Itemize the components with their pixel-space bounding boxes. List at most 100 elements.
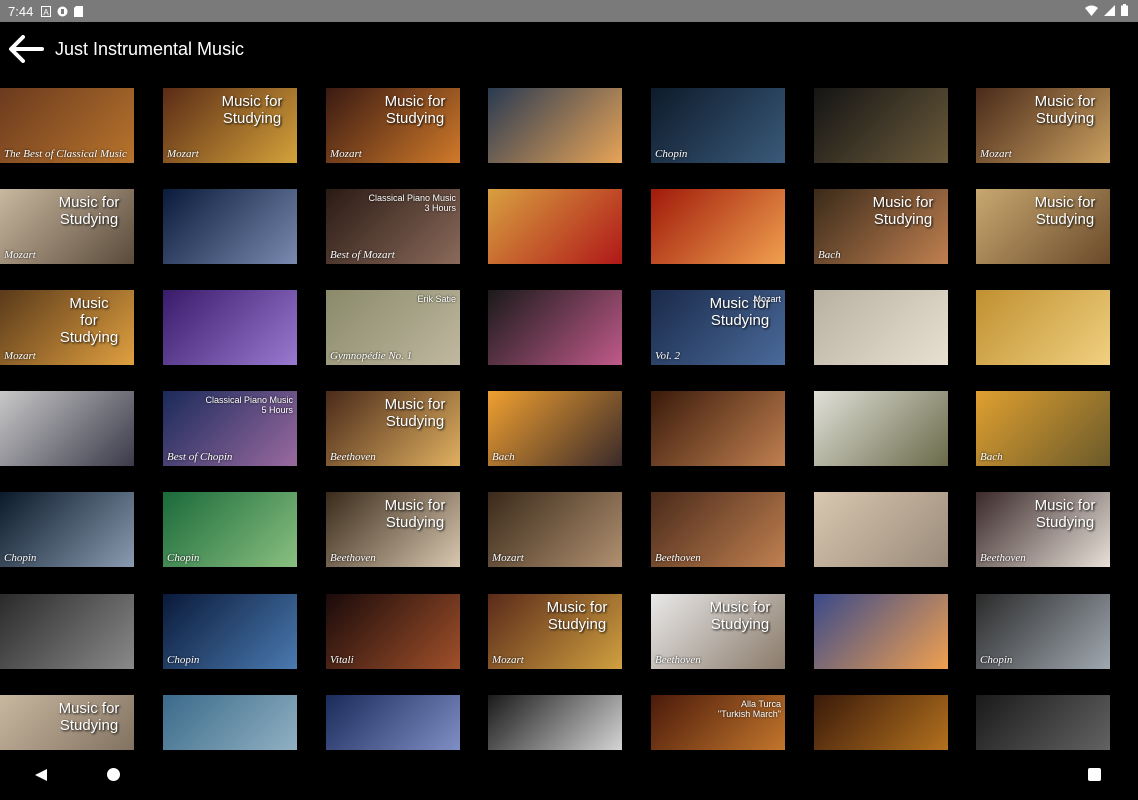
album-tile[interactable]: Music for Studying Bach (814, 189, 948, 264)
album-tile[interactable] (326, 695, 460, 750)
tile-caption: Chopin (655, 148, 688, 160)
tile-heading: Music for Studying (384, 497, 446, 531)
album-tile[interactable]: Vitali (326, 594, 460, 669)
tile-subtitle: Alla Turca "Turkish March" (717, 699, 781, 719)
album-tile[interactable]: Erik Satie Gymnopédie No. 1 (326, 290, 460, 365)
album-tile[interactable]: Alla Turca "Turkish March" (651, 695, 785, 750)
square-recents-icon[interactable] (1088, 768, 1101, 781)
tile-heading: Music for Studying (58, 700, 120, 734)
album-tile[interactable] (163, 290, 297, 365)
album-tile[interactable]: Music for Studying (976, 189, 1110, 264)
tile-heading: Music for Studying (1034, 194, 1096, 228)
album-tile[interactable]: Classical Piano Music 5 Hours Best of Cho… (163, 391, 297, 466)
album-tile[interactable]: Music for Studying Beethoven (326, 391, 460, 466)
album-tile[interactable]: The Best of Classical Music (0, 88, 134, 163)
navigation-bar (0, 750, 1138, 800)
tile-heading: Music for Studying (58, 194, 120, 228)
album-tile[interactable]: Chopin (163, 492, 297, 567)
tile-caption: Gymnopédie No. 1 (330, 350, 413, 362)
arrow-left-icon (9, 35, 44, 63)
tile-caption: Mozart (167, 148, 199, 160)
album-tile[interactable] (488, 88, 622, 163)
tile-heading: Music for Studying (59, 295, 119, 346)
album-tile[interactable]: Chopin (163, 594, 297, 669)
tile-heading: Music for Studying (546, 599, 608, 633)
album-tile[interactable] (488, 189, 622, 264)
tile-heading: Music for Studying (1034, 93, 1096, 127)
tile-heading: Music for Studying (709, 599, 771, 633)
tile-heading: Music for Studying (384, 93, 446, 127)
album-tile[interactable]: Music for Studying Mozart (0, 290, 134, 365)
tile-caption: Mozart (492, 552, 524, 564)
album-tile[interactable] (488, 290, 622, 365)
album-tile[interactable] (814, 695, 948, 750)
tile-caption: Chopin (167, 654, 200, 666)
tile-caption: Mozart (4, 249, 36, 261)
tile-caption: Mozart (4, 350, 36, 362)
album-tile[interactable] (0, 594, 134, 669)
album-tile[interactable]: Music for Studying Beethoven (976, 492, 1110, 567)
album-tile[interactable]: Music for Studying Mozart (488, 594, 622, 669)
tile-caption: The Best of Classical Music (4, 148, 127, 160)
page-title: Just Instrumental Music (55, 38, 245, 59)
album-tile[interactable] (976, 290, 1110, 365)
album-tile[interactable]: Music for Studying (0, 695, 134, 750)
a-icon: A (41, 5, 52, 17)
album-tile[interactable] (814, 290, 948, 365)
status-left-icons: A (41, 5, 84, 17)
album-tile[interactable]: Chopin (0, 492, 134, 567)
album-tile[interactable]: Music for Studying Mozart (976, 88, 1110, 163)
svg-text:A: A (44, 8, 50, 17)
tile-heading: Music for Studying (872, 194, 934, 228)
album-tile[interactable] (814, 594, 948, 669)
album-tile[interactable]: Bach (976, 391, 1110, 466)
sd-card-icon (74, 5, 84, 17)
tile-caption: Chopin (4, 552, 37, 564)
tile-caption: Best of Mozart (330, 249, 395, 261)
tile-caption: Beethoven (655, 654, 701, 666)
album-tile[interactable]: Chopin (976, 594, 1110, 669)
album-tile[interactable]: Beethoven (488, 695, 622, 750)
album-tile[interactable] (651, 189, 785, 264)
tile-subtitle: Erik Satie (417, 294, 456, 304)
tile-caption: Beethoven (330, 552, 376, 564)
tile-caption: Bach (818, 249, 841, 261)
tile-subtitle: Classical Piano Music 5 Hours (205, 395, 293, 415)
app-bar: Just Instrumental Music (0, 22, 1138, 76)
album-tile[interactable] (0, 391, 134, 466)
album-tile[interactable] (163, 189, 297, 264)
album-tile[interactable] (814, 88, 948, 163)
circle-home-icon[interactable] (107, 768, 120, 781)
album-tile[interactable] (814, 492, 948, 567)
album-tile[interactable] (163, 695, 297, 750)
tile-caption: Bach (492, 451, 515, 463)
album-tile[interactable]: Music for Studying Mozart Vol. 2 (651, 290, 785, 365)
album-tile[interactable]: Music for Studying Mozart (0, 189, 134, 264)
album-tile[interactable]: Beethoven (651, 492, 785, 567)
album-tile[interactable]: Classical Piano Music 3 Hours Best of Moz… (326, 189, 460, 264)
album-tile[interactable] (976, 695, 1110, 750)
status-right-icons (1085, 4, 1128, 16)
album-tile[interactable]: Chopin (651, 88, 785, 163)
tile-subtitle: Classical Piano Music 3 Hours (368, 193, 456, 213)
tile-caption: Bach (980, 451, 1003, 463)
album-tile[interactable]: Music for Studying Mozart (163, 88, 297, 163)
tile-caption: Chopin (980, 654, 1013, 666)
signal-icon (1104, 4, 1115, 16)
album-tile[interactable]: Music for Studying Beethoven (326, 492, 460, 567)
tile-subtitle: Mozart (753, 294, 781, 304)
tile-caption: Beethoven (330, 451, 376, 463)
triangle-back-icon[interactable] (34, 768, 48, 782)
wifi-icon (1085, 5, 1098, 16)
tile-caption: Mozart (330, 148, 362, 160)
album-tile[interactable]: Bach (488, 391, 622, 466)
album-tile[interactable] (651, 391, 785, 466)
back-button[interactable] (6, 29, 46, 69)
album-tile[interactable]: Music for Studying Mozart (326, 88, 460, 163)
status-time: 7:44 (8, 3, 34, 19)
album-tile[interactable]: Mozart (488, 492, 622, 567)
tile-heading: Music for Studying (384, 396, 446, 430)
album-tile[interactable] (814, 391, 948, 466)
album-tile[interactable]: Music for Studying Beethoven (651, 594, 785, 669)
status-bar: 7:44 A (0, 0, 1138, 22)
